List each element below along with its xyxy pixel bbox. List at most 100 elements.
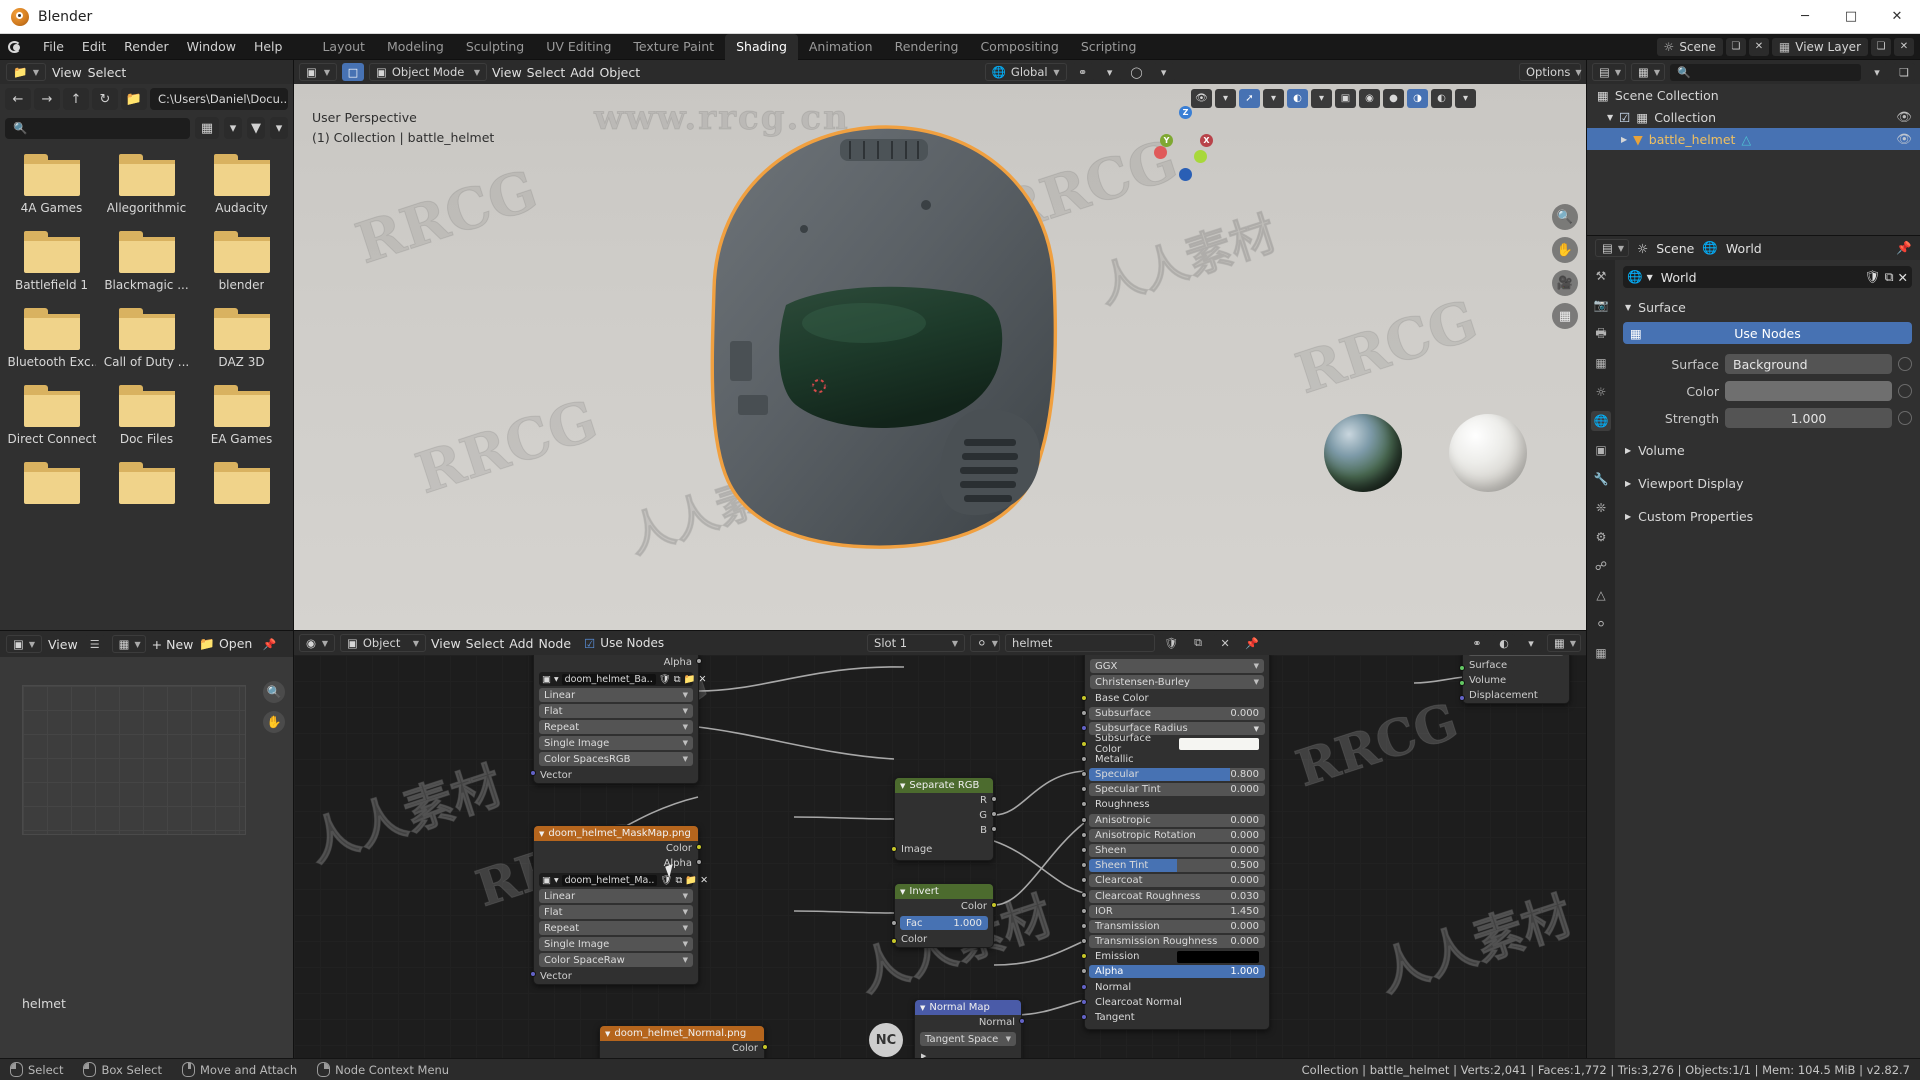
node-input-row[interactable]: Anisotropic Rotation0.000 <box>1089 828 1265 843</box>
node-output-g[interactable]: G <box>895 808 993 823</box>
socket-clearcoat-roughness-in[interactable] <box>1081 892 1087 898</box>
tab-scene[interactable]: ☼ <box>1591 382 1611 402</box>
socket-surface-in[interactable] <box>1459 665 1465 671</box>
node-input-clearcoat[interactable]: Clearcoat0.000 <box>1089 874 1265 887</box>
duplicate-icon[interactable]: ⧉ <box>1187 634 1209 652</box>
node-output-b[interactable]: B <box>895 823 993 838</box>
blender-icon[interactable] <box>6 39 24 55</box>
tab-view-layer[interactable]: ▦ <box>1591 353 1611 373</box>
image-display-mode[interactable]: ▦▼ <box>112 635 146 653</box>
socket-specular-tint-in[interactable] <box>1081 786 1087 792</box>
editor-type-selector-outliner[interactable]: ▤▼ <box>1592 63 1626 81</box>
color-swatch[interactable] <box>1177 951 1259 963</box>
chevron-down-icon[interactable]: ▼ <box>1647 273 1653 282</box>
node-input-displacement[interactable]: Displacement <box>1463 688 1569 703</box>
chevron-down-icon[interactable]: ▾ <box>224 117 242 139</box>
animate-dot-icon[interactable] <box>1898 384 1912 398</box>
node-input-surface[interactable]: Surface <box>1463 658 1569 673</box>
node-input-alpha[interactable]: Alpha1.000 <box>1089 965 1265 978</box>
node-collapse-icon[interactable]: ▼ <box>900 782 905 790</box>
node-input-row[interactable]: Clearcoat Normal <box>1089 995 1265 1010</box>
disclosure-triangle-icon[interactable]: ▶ <box>1625 479 1631 488</box>
open-folder-icon[interactable]: 📁 <box>684 674 696 685</box>
socket-sheen-tint-in[interactable] <box>1081 862 1087 868</box>
node-colorspace-select[interactable]: Color Space sRGB▼ <box>539 752 693 766</box>
display-mode-selector[interactable]: ▦▼ <box>1631 63 1665 81</box>
maximize-button[interactable]: □ <box>1828 0 1874 34</box>
node-invert[interactable]: ▼ Invert Color Fac 1.000 Color <box>894 883 994 948</box>
file-item[interactable]: DAZ 3D <box>194 304 289 373</box>
menu-file[interactable]: File <box>34 36 73 57</box>
node-input-normal[interactable]: Normal <box>1089 981 1265 994</box>
tab-sculpting[interactable]: Sculpting <box>455 34 535 60</box>
world-name[interactable]: World <box>1657 270 1861 285</box>
file-item[interactable]: Bluetooth Exc... <box>4 304 99 373</box>
node-extension-select[interactable]: Repeat▼ <box>539 720 693 734</box>
node-canvas[interactable]: 人人素材 RRCG RRCG 人人素材 RRCG 人人素材 <box>294 655 1586 1061</box>
node-input-emission[interactable]: Emission <box>1089 950 1265 963</box>
tab-output[interactable]: 🖶 <box>1591 324 1611 344</box>
battle-helmet-model[interactable] <box>654 109 1094 569</box>
image-view-menu[interactable]: View <box>48 637 78 652</box>
file-item[interactable]: Doc Files <box>99 381 194 450</box>
color-swatch[interactable] <box>1179 738 1259 750</box>
node-input-clearcoat-normal[interactable]: Clearcoat Normal <box>1089 996 1265 1009</box>
node-subsurface-method-select[interactable]: Christensen-Burley▼ <box>1090 675 1264 689</box>
new-image-button[interactable]: + New <box>152 637 194 652</box>
fake-user-shield-icon[interactable]: 🛡 <box>659 674 671 685</box>
outliner-row-collection[interactable]: ▼ ☑ ▦ Collection 👁 <box>1587 106 1920 128</box>
node-input-specular[interactable]: Specular0.800 <box>1089 768 1265 781</box>
image-editor-canvas[interactable]: 🔍 ✋ helmet <box>0 657 293 1061</box>
socket-vector-in[interactable] <box>530 971 536 977</box>
shader-select-menu[interactable]: Select <box>466 636 505 651</box>
editor-type-selector-shader[interactable]: ◉▼ <box>299 634 335 652</box>
pan-icon[interactable]: ✋ <box>1552 237 1578 263</box>
gizmo-axis-neg-z[interactable] <box>1179 168 1192 181</box>
node-input-tangent[interactable]: Tangent <box>1089 1011 1265 1024</box>
node-input-row[interactable]: Alpha1.000 <box>1089 964 1265 979</box>
file-item[interactable]: 4A Games <box>4 150 99 219</box>
node-output-color[interactable]: Color <box>534 841 698 856</box>
node-input-vector[interactable]: Vector <box>534 969 698 984</box>
overlays-icon[interactable]: ◐ <box>1287 89 1308 108</box>
duplicate-icon[interactable]: ⧉ <box>1885 269 1894 285</box>
xray-icon[interactable]: ▣ <box>1335 89 1356 108</box>
node-output-color[interactable]: Color <box>895 899 993 914</box>
checkbox[interactable]: ☑ <box>584 636 595 651</box>
open-image-button[interactable]: 📁 Open <box>199 636 252 652</box>
tab-world[interactable]: 🌐 <box>1591 411 1611 431</box>
duplicate-icon[interactable]: ⧉ <box>674 674 681 685</box>
node-output-bsdf[interactable]: BSDF <box>1085 655 1269 657</box>
node-input-specular-tint[interactable]: Specular Tint0.000 <box>1089 783 1265 796</box>
node-colorspace-select[interactable]: Color Space Raw▼ <box>539 953 693 967</box>
fake-user-shield-icon[interactable]: 🛡 <box>1865 269 1881 285</box>
socket-subsurface-color-in[interactable] <box>1081 741 1087 747</box>
proportional-edit-icon[interactable]: ◯ <box>1126 63 1148 81</box>
outliner-row-scene-collection[interactable]: ▦ Scene Collection <box>1587 84 1920 106</box>
shader-add-menu[interactable]: Add <box>509 636 533 651</box>
file-item[interactable] <box>194 458 289 513</box>
shader-type-selector[interactable]: ▣ Object▼ <box>340 634 426 652</box>
file-item[interactable]: Allegorithmic <box>99 150 194 219</box>
ortho-perspective-icon[interactable]: ▦ <box>1552 303 1578 329</box>
node-input-clearcoat-roughness[interactable]: Clearcoat Roughness0.030 <box>1089 890 1265 903</box>
shader-node-menu[interactable]: Node <box>538 636 571 651</box>
snap-magnet-icon[interactable]: ⚭ <box>1072 63 1094 81</box>
node-space-select[interactable]: Tangent Space▼ <box>920 1032 1016 1046</box>
falloff-icon[interactable]: ▾ <box>1153 63 1175 81</box>
tab-uv-editing[interactable]: UV Editing <box>535 34 622 60</box>
node-input-row[interactable]: Roughness <box>1089 797 1265 812</box>
display-mode-icon[interactable]: ▦ <box>195 117 219 139</box>
tab-tool[interactable]: ⚒ <box>1591 266 1611 286</box>
node-input-vector[interactable]: Vector <box>534 768 698 783</box>
socket-roughness-in[interactable] <box>1081 801 1087 807</box>
node-interpolation-select[interactable]: Linear▼ <box>539 688 693 702</box>
node-collapse-icon[interactable]: ▼ <box>900 888 905 896</box>
node-input-row[interactable]: IOR1.450 <box>1089 904 1265 919</box>
node-input-transmission[interactable]: Transmission0.000 <box>1089 920 1265 933</box>
file-select-menu[interactable]: Select <box>88 65 127 80</box>
view-layer-selector[interactable]: ▦ View Layer <box>1772 38 1868 56</box>
shading-wireframe-icon[interactable]: ◉ <box>1359 89 1380 108</box>
surface-value[interactable]: Background <box>1725 354 1892 374</box>
socket-clearcoat-normal-in[interactable] <box>1081 999 1087 1005</box>
